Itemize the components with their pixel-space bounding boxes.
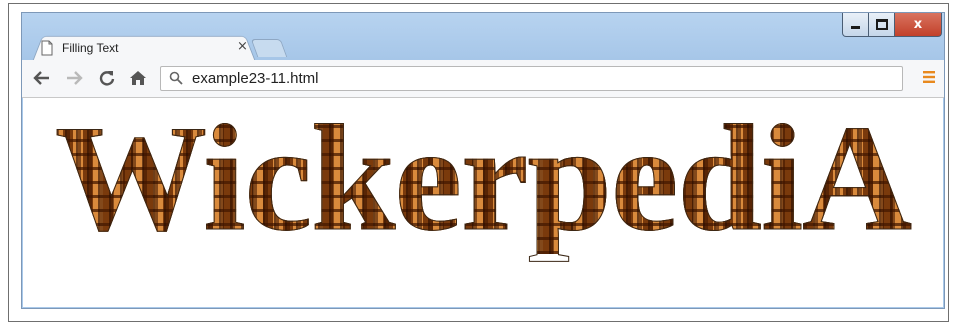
address-bar[interactable]: example23-11.html (160, 66, 903, 91)
home-icon (129, 69, 147, 87)
minimize-icon (851, 26, 860, 29)
reload-button[interactable] (97, 68, 117, 88)
tab-close-icon[interactable]: × (237, 39, 248, 54)
toolbar: example23-11.html (22, 60, 944, 98)
close-window-button[interactable]: x (895, 13, 942, 37)
forward-arrow-icon (65, 70, 83, 86)
forward-button[interactable] (64, 68, 84, 88)
hamburger-menu-icon[interactable] (922, 70, 936, 84)
home-button[interactable] (128, 68, 148, 88)
minimize-button[interactable] (842, 13, 869, 37)
document-icon (40, 40, 54, 56)
page-content: WickerpediA (23, 98, 943, 307)
tab-title: Filling Text (62, 41, 118, 55)
window-controls: x (842, 13, 942, 37)
title-bar: Filling Text × x (22, 13, 944, 60)
maximize-icon (876, 19, 888, 30)
wicker-filled-text: WickerpediA (23, 102, 943, 254)
back-arrow-icon (33, 70, 51, 86)
back-button[interactable] (32, 68, 52, 88)
close-icon: x (914, 17, 922, 32)
new-tab-button[interactable] (251, 39, 288, 57)
search-icon (169, 71, 183, 85)
tab-content: Filling Text × (40, 37, 250, 59)
maximize-button[interactable] (869, 13, 895, 37)
reload-icon (98, 69, 116, 87)
url-text: example23-11.html (192, 70, 318, 87)
browser-window: Filling Text × x example23-11.html Wicke… (21, 12, 945, 309)
